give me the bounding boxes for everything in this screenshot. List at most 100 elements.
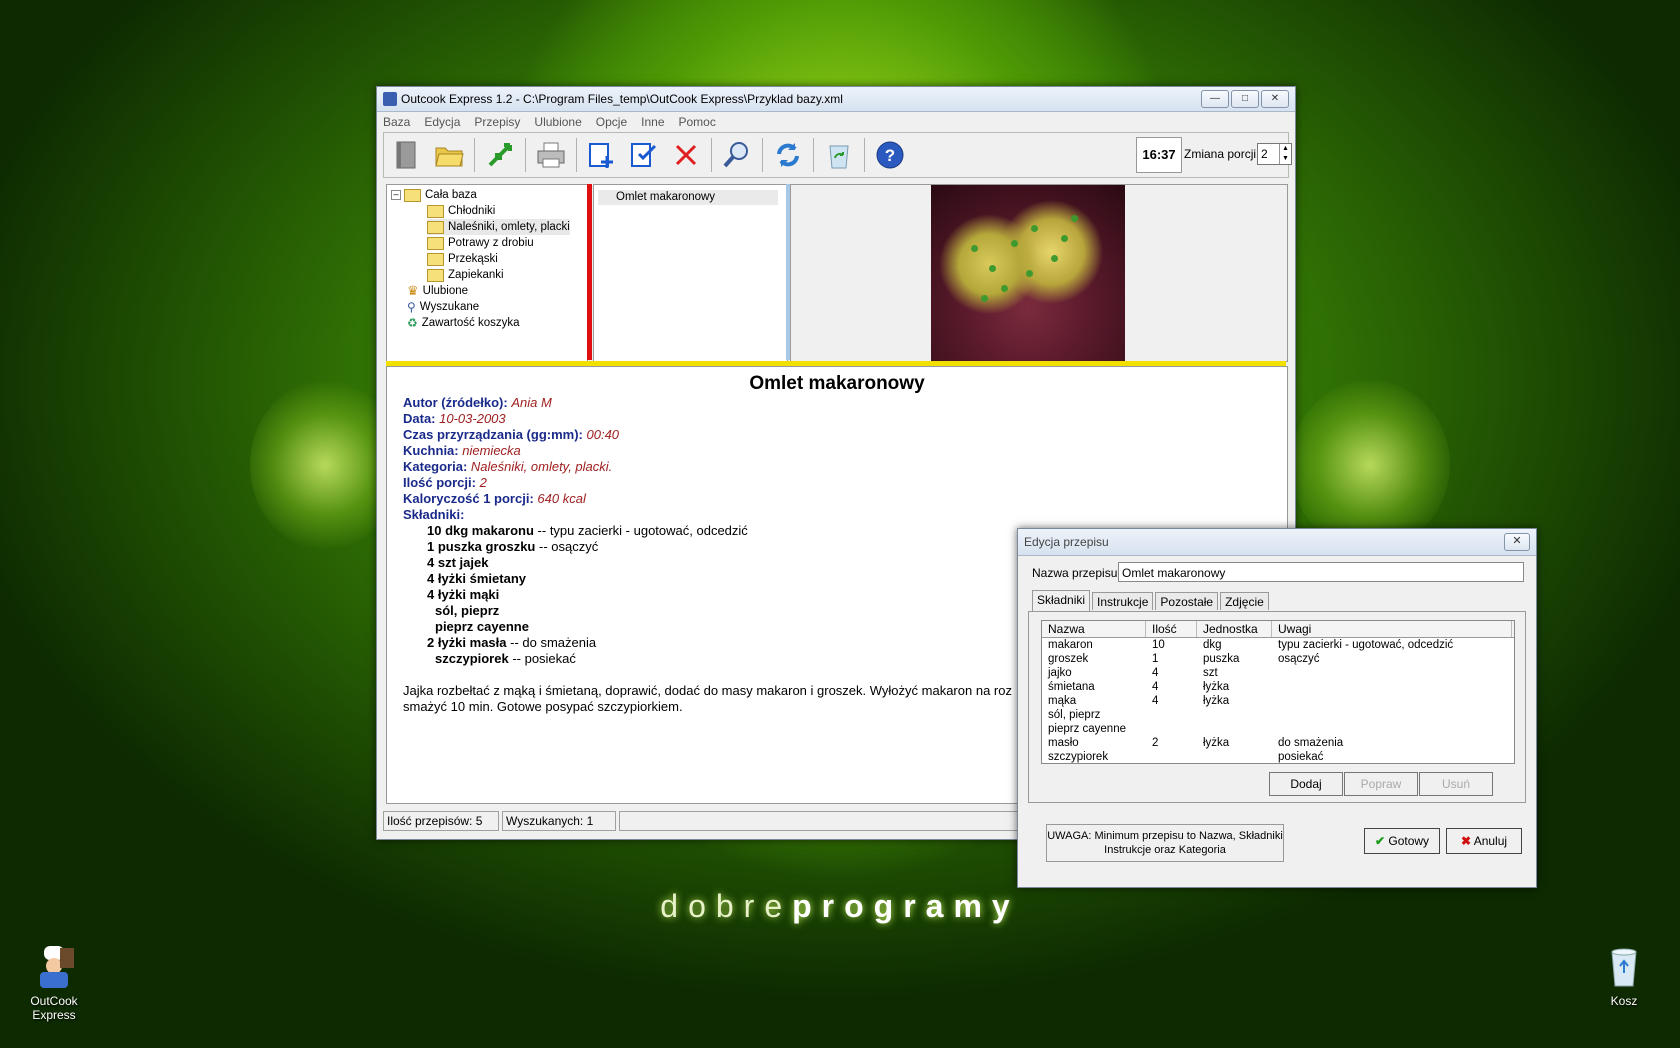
recipe-name-input[interactable]: Omlet makaronowy xyxy=(1118,562,1524,582)
edit-recipe-dialog: Edycja przepisu ✕ Nazwa przepisu: Omlet … xyxy=(1017,528,1537,888)
ok-button[interactable]: ✔ Gotowy xyxy=(1364,828,1440,854)
help-icon[interactable]: ? xyxy=(873,138,907,172)
portion-spinner[interactable]: 2 ▲ ▼ xyxy=(1257,143,1292,165)
status-count: Ilość przepisów: 5 xyxy=(383,811,499,831)
book-icon[interactable] xyxy=(390,138,424,172)
desktop-icon-label: Kosz xyxy=(1610,994,1638,1008)
folder-icon xyxy=(427,204,444,218)
table-cell xyxy=(1272,722,1512,736)
tree-item-przekaski[interactable]: Przekąski xyxy=(427,251,498,267)
edit-recipe-icon[interactable] xyxy=(627,138,661,172)
desktop-icon-outcook[interactable]: OutCook Express xyxy=(8,942,100,1022)
desktop-icon-recycle-bin[interactable]: Kosz xyxy=(1596,942,1652,1008)
open-folder-icon[interactable] xyxy=(432,138,466,172)
folder-icon xyxy=(427,236,444,250)
table-cell xyxy=(1197,708,1272,722)
maximize-button[interactable]: □ xyxy=(1231,90,1259,108)
menu-baza[interactable]: Baza xyxy=(383,115,410,129)
table-cell: typu zacierki - ugotować, odcedzić xyxy=(1278,639,1454,651)
menu-inne[interactable]: Inne xyxy=(641,115,664,129)
cancel-button[interactable]: ✖ Anuluj xyxy=(1446,828,1522,854)
svg-text:?: ? xyxy=(885,146,895,165)
column-header[interactable]: Nazwa xyxy=(1042,621,1146,637)
ingredients-grid: Nazwa Ilość Jednostka Uwagi makaron 10 dkg… xyxy=(1041,620,1515,764)
menubar: Baza Edycja Przepisy Ulubione Opcje Inne… xyxy=(377,112,1295,132)
remove-button[interactable]: Usuń xyxy=(1419,772,1493,796)
table-row[interactable]: śmietana 4 łyżka xyxy=(1042,680,1514,694)
dialog-titlebar[interactable]: Edycja przepisu ✕ xyxy=(1018,529,1536,556)
table-cell: masło xyxy=(1048,737,1079,749)
close-button[interactable]: ✕ xyxy=(1261,90,1289,108)
recycle-icon[interactable] xyxy=(822,138,856,172)
table-cell xyxy=(1272,708,1512,722)
tab-pozostale[interactable]: Pozostałe xyxy=(1155,592,1219,610)
field-portions: Ilość porcji: 2 xyxy=(403,475,487,490)
add-button[interactable]: Dodaj xyxy=(1269,772,1343,796)
search-icon[interactable] xyxy=(720,138,754,172)
status-found: Wyszukanych: 1 xyxy=(502,811,616,831)
ingredient-line: szczypiorek -- posiekać xyxy=(435,651,576,666)
column-header[interactable]: Ilość xyxy=(1146,621,1197,637)
minimize-button[interactable]: — xyxy=(1201,90,1229,108)
menu-edycja[interactable]: Edycja xyxy=(424,115,460,129)
table-cell xyxy=(1272,694,1512,708)
menu-przepisy[interactable]: Przepisy xyxy=(474,115,520,129)
edit-button[interactable]: Popraw xyxy=(1344,772,1418,796)
tree-item-root[interactable]: – Cała baza xyxy=(391,187,477,203)
toolbar: ? 16:37 Zmiana porcji 2 ▲ ▼ xyxy=(383,132,1292,178)
dialog-close-button[interactable]: ✕ xyxy=(1504,533,1530,551)
menu-ulubione[interactable]: Ulubione xyxy=(534,115,581,129)
table-cell: 4 xyxy=(1152,667,1159,679)
table-row[interactable]: masło 2 łyżka do smażenia xyxy=(1042,736,1514,750)
table-row[interactable]: sól, pieprz xyxy=(1042,708,1514,722)
tab-zdjecie[interactable]: Zdjęcie xyxy=(1220,592,1269,610)
tree-item-ulubione[interactable]: ♛ Ulubione xyxy=(407,283,468,299)
wallpaper-glow-right xyxy=(1290,380,1450,550)
table-row[interactable]: groszek 1 puszka osączyć xyxy=(1042,652,1514,666)
tree-item-wyszukane[interactable]: ⚲ Wyszukane xyxy=(407,299,479,315)
collapse-icon[interactable]: – xyxy=(391,190,401,200)
spinner-arrows[interactable]: ▲ ▼ xyxy=(1279,144,1291,164)
table-row[interactable]: makaron 10 dkg typu zacierki - ugotować, od… xyxy=(1042,638,1514,652)
main-titlebar[interactable]: Outcook Express 1.2 - C:\Program Files_t… xyxy=(377,87,1295,112)
menu-opcje[interactable]: Opcje xyxy=(596,115,627,129)
splitter-red[interactable] xyxy=(587,184,592,360)
table-cell: posiekać xyxy=(1278,751,1324,763)
menu-pomoc[interactable]: Pomoc xyxy=(679,115,716,129)
tree-item-drob[interactable]: Potrawy z drobiu xyxy=(427,235,534,251)
delete-icon[interactable] xyxy=(669,138,703,172)
table-row[interactable]: jajko 4 szt xyxy=(1042,666,1514,680)
table-row[interactable]: szczypiorek posiekać xyxy=(1042,750,1514,764)
table-row[interactable]: mąka 4 łyżka xyxy=(1042,694,1514,708)
table-cell: dkg xyxy=(1203,639,1222,651)
list-item[interactable]: Omlet makaronowy xyxy=(598,190,778,205)
grid-header: Nazwa Ilość Jednostka Uwagi xyxy=(1042,621,1514,638)
tree-item-chlodniki[interactable]: Chłodniki xyxy=(427,203,495,219)
tree-label: Zawartość koszyka xyxy=(421,317,520,329)
tree-item-nalesniki[interactable]: Naleśniki, omlety, placki xyxy=(427,219,570,235)
tree-label: Naleśniki, omlety, placki xyxy=(448,221,570,233)
app-icon xyxy=(383,92,397,106)
move-arrows-icon[interactable] xyxy=(483,138,517,172)
tab-skladniki[interactable]: Składniki xyxy=(1032,590,1091,611)
ingredient-line: pieprz cayenne xyxy=(435,619,529,634)
tree-item-koszyk[interactable]: ♻ Zawartość koszyka xyxy=(407,315,520,331)
add-recipe-icon[interactable] xyxy=(585,138,619,172)
note-line: UWAGA: Minimum przepisu to Nazwa, Składn… xyxy=(1047,830,1283,842)
table-cell: sól, pieprz xyxy=(1048,709,1101,721)
refresh-icon[interactable] xyxy=(771,138,805,172)
tree-label: Ulubione xyxy=(422,285,469,297)
clock-display: 16:37 xyxy=(1136,137,1182,173)
column-header[interactable]: Uwagi xyxy=(1272,621,1512,637)
tree-label: Wyszukane xyxy=(419,301,480,313)
printer-icon[interactable] xyxy=(534,138,568,172)
column-header[interactable]: Jednostka xyxy=(1197,621,1272,637)
favorites-icon: ♛ xyxy=(407,283,419,298)
tree-item-zapiekanki[interactable]: Zapiekanki xyxy=(427,267,504,283)
table-row[interactable]: pieprz cayenne xyxy=(1042,722,1514,736)
table-cell: makaron xyxy=(1048,639,1093,651)
brand-light: dobre xyxy=(660,888,793,924)
tree-label: Potrawy z drobiu xyxy=(448,237,534,249)
table-cell: szt xyxy=(1203,667,1218,679)
tab-instrukcje[interactable]: Instrukcje xyxy=(1092,592,1154,610)
